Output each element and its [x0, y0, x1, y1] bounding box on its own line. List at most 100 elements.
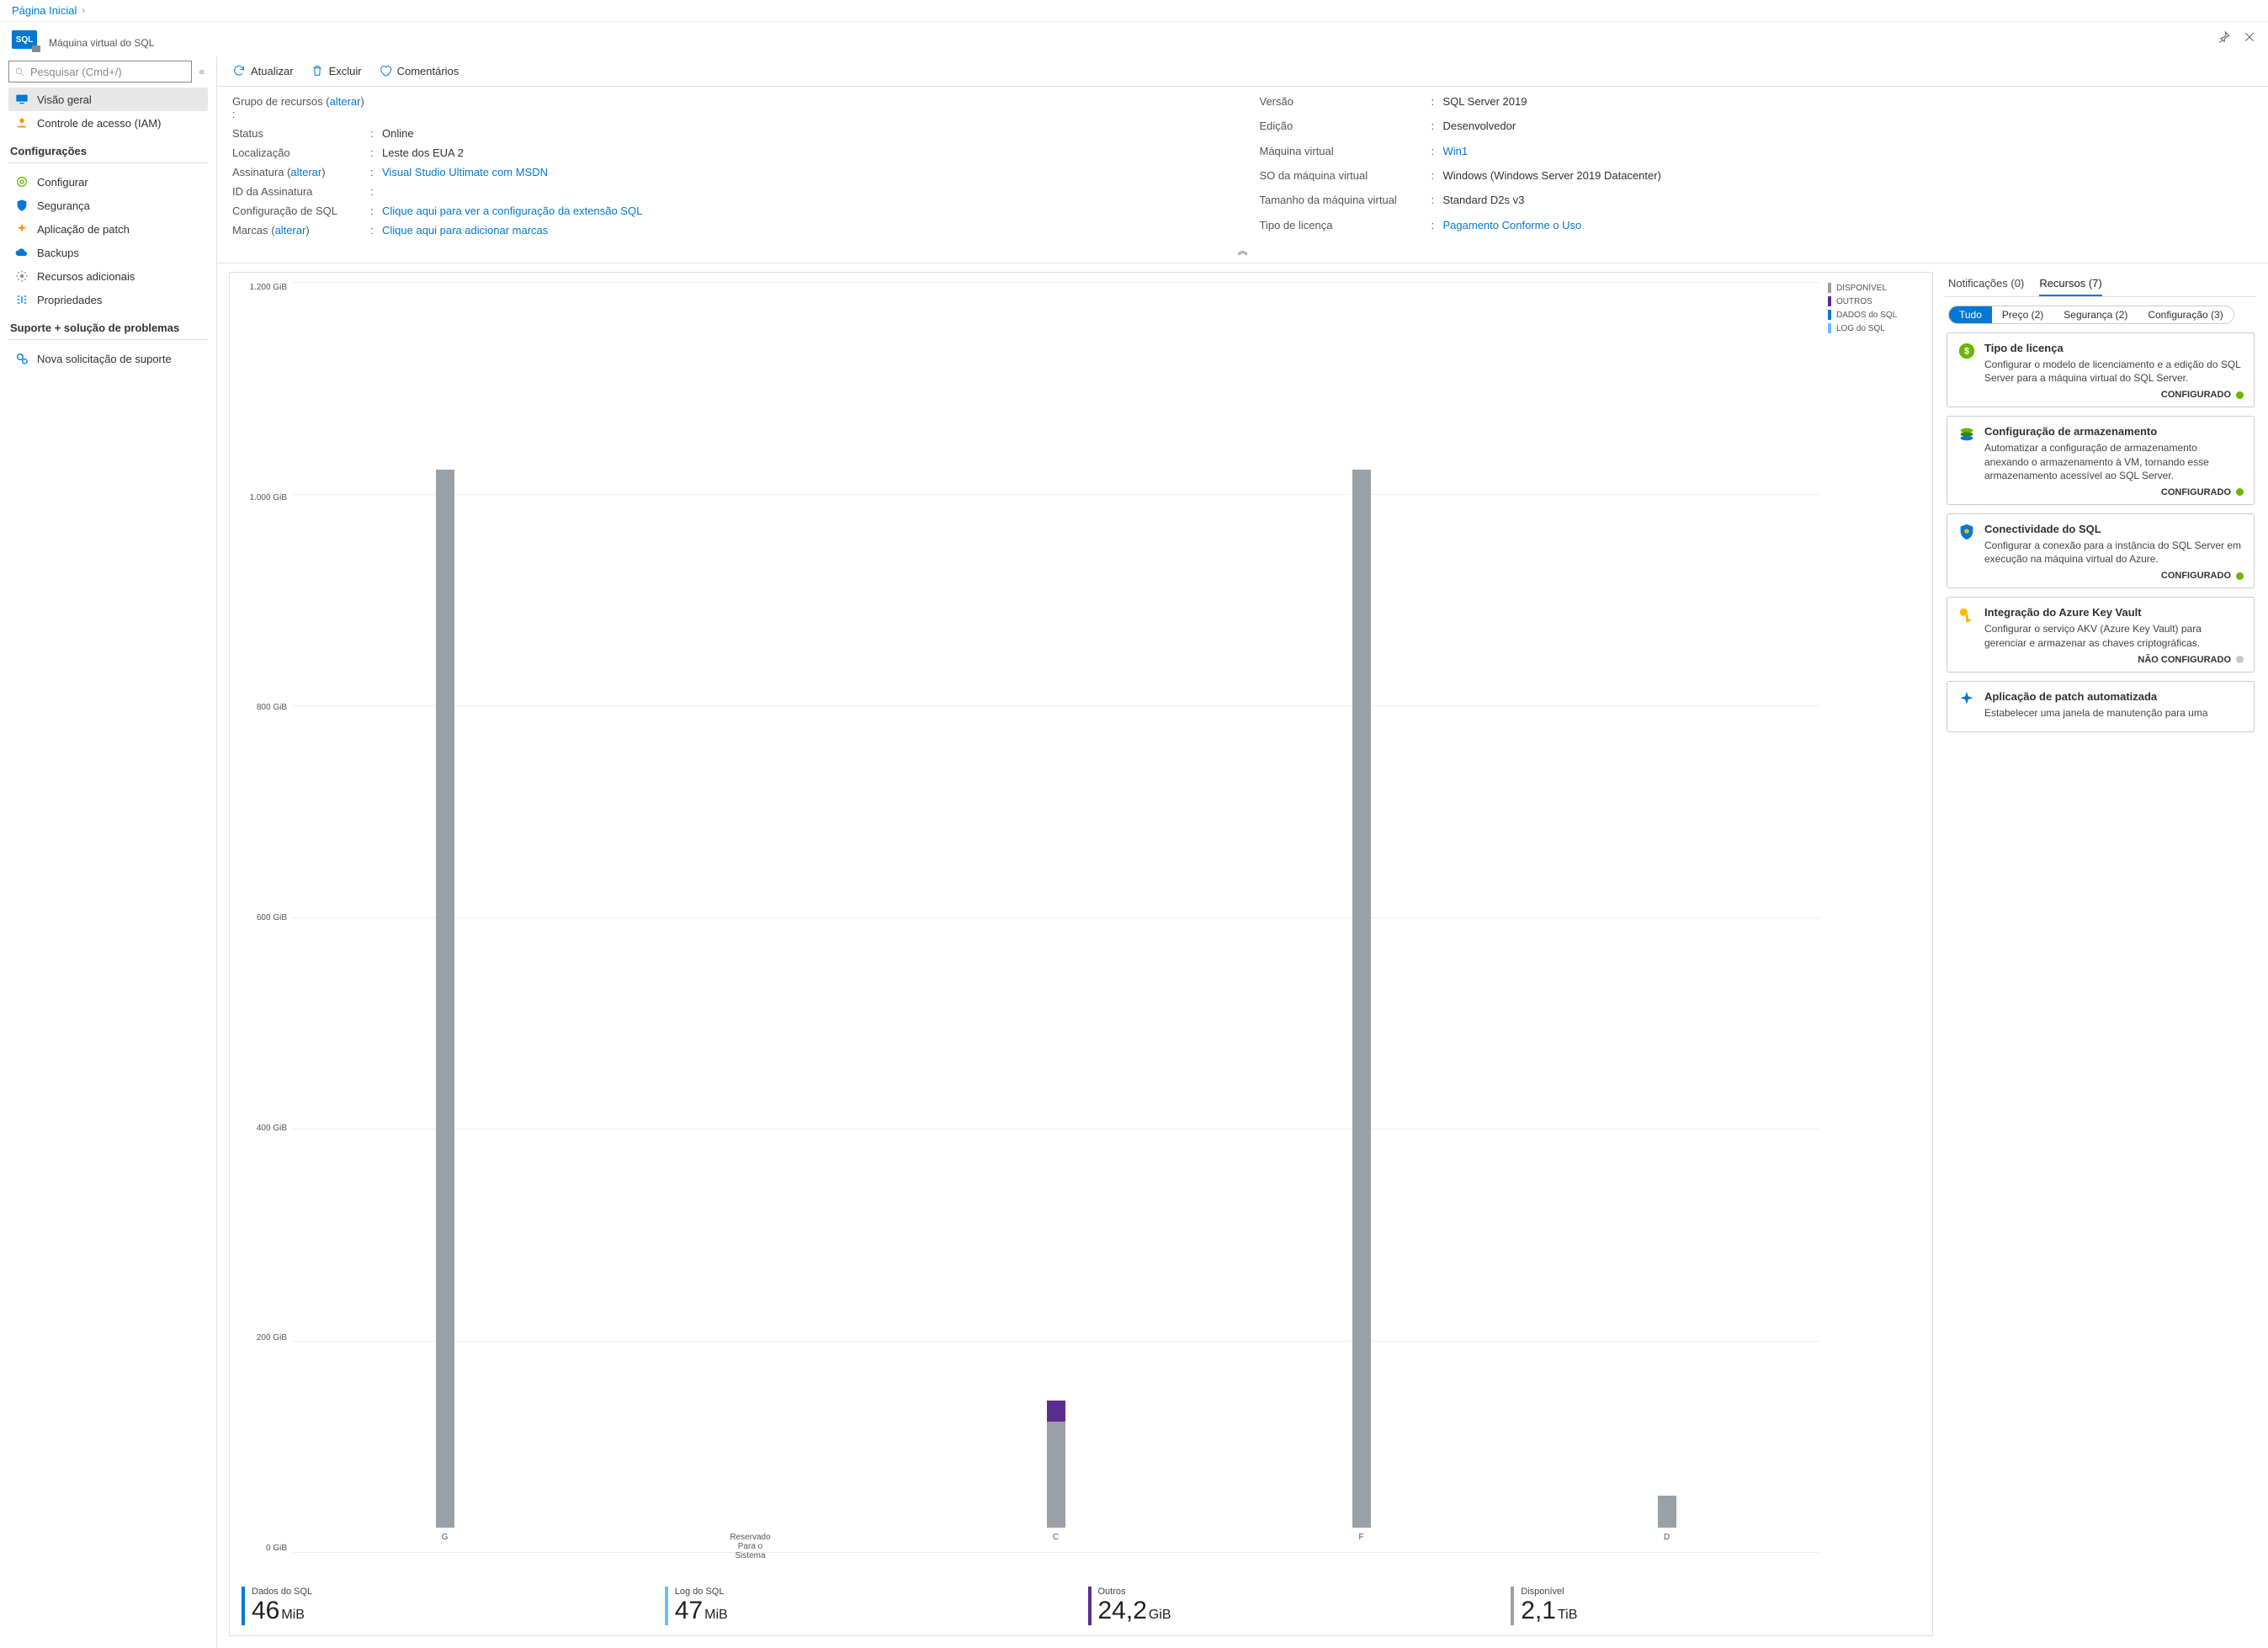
- search-icon: [14, 66, 25, 77]
- prop-value: SQL Server 2019: [1443, 95, 2254, 108]
- toolbar: Atualizar Excluir Comentários: [217, 56, 2268, 87]
- card-description: Configurar o modelo de licenciamento e a…: [1984, 358, 2244, 385]
- resource-card[interactable]: Configuração de armazenamentoAutomatizar…: [1947, 416, 2255, 505]
- sidebar-item-label: Controle de acesso (IAM): [37, 117, 161, 130]
- resource-card[interactable]: Integração do Azure Key VaultConfigurar …: [1947, 597, 2255, 672]
- card-status: CONFIGURADO: [1984, 487, 2244, 497]
- prop-value: Windows (Windows Server 2019 Datacenter): [1443, 169, 2254, 182]
- sidebar-item-support-request[interactable]: Nova solicitação de suporte: [8, 347, 208, 370]
- pill-security[interactable]: Segurança (2): [2053, 306, 2138, 323]
- key-icon: [1957, 606, 1976, 625]
- refresh-icon: [232, 64, 246, 77]
- prop-label: Marcas (alterar): [232, 224, 367, 237]
- svg-text:$: $: [1964, 347, 1969, 357]
- prop-label: Status: [232, 127, 367, 140]
- sidebar-item-iam[interactable]: Controle de acesso (IAM): [8, 111, 208, 135]
- sparkle-icon: [15, 222, 29, 236]
- sidebar-item-overview[interactable]: Visão geral: [8, 88, 208, 111]
- resource-card[interactable]: Conectividade do SQLConfigurar a conexão…: [1947, 513, 2255, 588]
- metric-tile: Outros24,2GiB: [1088, 1587, 1498, 1625]
- collapse-sidebar-icon[interactable]: «: [195, 66, 208, 77]
- sidebar: Pesquisar (Cmd+/) « Visão geral Controle…: [0, 56, 217, 1648]
- prop-label: ID da Assinatura: [232, 185, 367, 198]
- divider: [8, 162, 208, 163]
- page-subtitle: Máquina virtual do SQL: [49, 37, 154, 49]
- sidebar-item-properties[interactable]: Propriedades: [8, 288, 208, 311]
- sidebar-item-backups[interactable]: Backups: [8, 241, 208, 264]
- pill-all[interactable]: Tudo: [1949, 306, 1992, 323]
- card-title: Integração do Azure Key Vault: [1984, 606, 2244, 619]
- prop-value: Leste dos EUA 2: [382, 146, 1226, 159]
- prop-value: Pagamento Conforme o Uso: [1443, 219, 2254, 231]
- filter-pills: Tudo Preço (2) Segurança (2) Configuraçã…: [1948, 306, 2234, 324]
- shield-icon: [1957, 523, 1976, 541]
- prop-label: Edição: [1260, 120, 1428, 132]
- tool-label: Atualizar: [251, 65, 294, 77]
- card-title: Aplicação de patch automatizada: [1984, 690, 2244, 703]
- change-link[interactable]: alterar: [330, 95, 361, 108]
- prop-value: Win1: [1443, 145, 2254, 157]
- card-description: Estabelecer uma janela de manutenção par…: [1984, 706, 2244, 720]
- sidebar-item-configure[interactable]: Configurar: [8, 170, 208, 194]
- sidebar-group-support: Suporte + solução de problemas: [10, 322, 208, 334]
- chart-legend: DISPONÍVELOUTROSDADOS do SQLLOG do SQL: [1819, 283, 1920, 1578]
- heart-icon: [379, 64, 392, 77]
- resource-card[interactable]: $ Tipo de licença Configurar o modelo de l…: [1947, 332, 2255, 407]
- properties-icon: [15, 293, 29, 306]
- monitor-icon: [15, 93, 29, 106]
- support-icon: [15, 352, 29, 365]
- chevron-right-icon: ›: [82, 6, 85, 16]
- change-link[interactable]: alterar: [290, 166, 321, 178]
- prop-label: SO da máquina virtual: [1260, 169, 1428, 182]
- gear-icon: [15, 175, 29, 189]
- cloud-icon: [15, 246, 29, 259]
- add-tags-link[interactable]: Clique aqui para adicionar marcas: [382, 224, 548, 237]
- divider: [8, 339, 208, 340]
- breadcrumb: Página Inicial ›: [0, 0, 2268, 22]
- feedback-button[interactable]: Comentários: [379, 64, 459, 77]
- vm-link[interactable]: Win1: [1443, 145, 1469, 157]
- sql-vm-icon: SQL: [12, 30, 37, 49]
- refresh-button[interactable]: Atualizar: [232, 64, 294, 77]
- prop-value: Clique aqui para ver a configuração da e…: [382, 205, 1226, 217]
- tab-notifications[interactable]: Notificações (0): [1948, 274, 2024, 296]
- sidebar-item-security[interactable]: Segurança: [8, 194, 208, 217]
- prop-label: Tamanho da máquina virtual: [1260, 194, 1428, 206]
- sql-config-link[interactable]: Clique aqui para ver a configuração da e…: [382, 205, 642, 217]
- pill-price[interactable]: Preço (2): [1992, 306, 2053, 323]
- storage-metrics: Dados do SQL46MiBLog do SQL47MiBOutros24…: [242, 1587, 1920, 1625]
- person-icon: [15, 116, 29, 130]
- resource-cards: $ Tipo de licença Configurar o modelo de l…: [1945, 332, 2256, 1636]
- tab-resources[interactable]: Recursos (7): [2039, 274, 2101, 296]
- sidebar-item-label: Propriedades: [37, 294, 102, 306]
- sidebar-group-settings: Configurações: [10, 145, 208, 157]
- prop-label: Configuração de SQL: [232, 205, 367, 217]
- close-icon[interactable]: [2243, 30, 2256, 44]
- sidebar-item-label: Recursos adicionais: [37, 270, 135, 283]
- prop-label: Assinatura (alterar): [232, 166, 367, 178]
- shield-icon: [15, 199, 29, 212]
- sidebar-item-label: Visão geral: [37, 93, 92, 106]
- main-content: Atualizar Excluir Comentários Grupo de r…: [217, 56, 2268, 1648]
- card-title: Tipo de licença: [1984, 342, 2244, 354]
- search-input[interactable]: Pesquisar (Cmd+/): [8, 61, 192, 82]
- collapse-props-icon[interactable]: ︽: [217, 242, 2268, 263]
- breadcrumb-home[interactable]: Página Inicial: [12, 4, 77, 17]
- resource-card[interactable]: Aplicação de patch automatizada Estabelec…: [1947, 681, 2255, 732]
- card-title: Conectividade do SQL: [1984, 523, 2244, 535]
- delete-button[interactable]: Excluir: [311, 64, 362, 77]
- sidebar-item-label: Configurar: [37, 176, 88, 189]
- storage-chart: 0 GiB200 GiB400 GiB600 GiB800 GiB1.000 G…: [242, 283, 1819, 1578]
- sidebar-item-patch[interactable]: Aplicação de patch: [8, 217, 208, 241]
- card-status: NÃO CONFIGURADO: [1984, 655, 2244, 665]
- sidebar-item-label: Segurança: [37, 199, 90, 212]
- trash-icon: [311, 64, 324, 77]
- license-link[interactable]: Pagamento Conforme o Uso: [1443, 219, 1582, 231]
- change-link[interactable]: alterar: [275, 224, 306, 237]
- prop-label: Localização: [232, 146, 367, 159]
- pin-icon[interactable]: [2218, 30, 2231, 44]
- sidebar-item-additional[interactable]: Recursos adicionais: [8, 264, 208, 288]
- subscription-link[interactable]: Visual Studio Ultimate com MSDN: [382, 166, 548, 178]
- dollar-icon: $: [1957, 342, 1976, 360]
- pill-config[interactable]: Configuração (3): [2138, 306, 2233, 323]
